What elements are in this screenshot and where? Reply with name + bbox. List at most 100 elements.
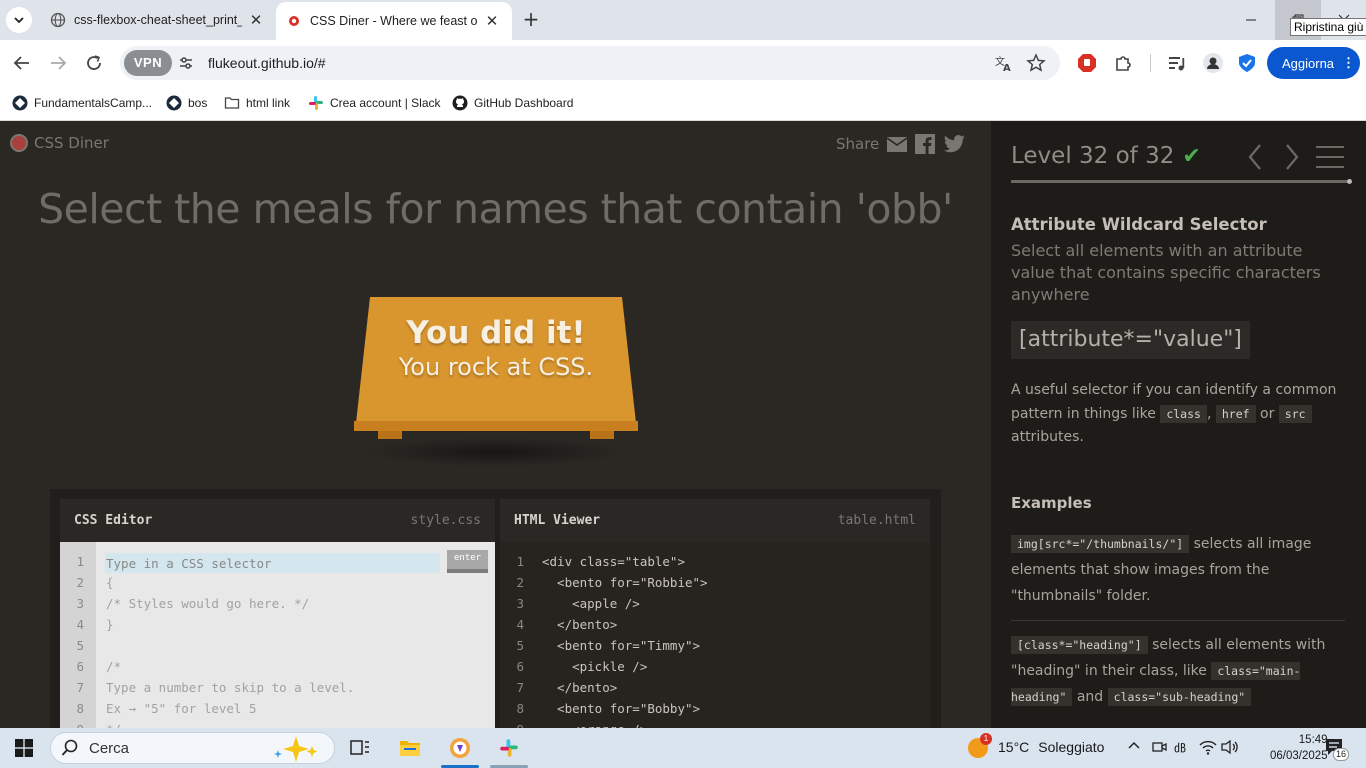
- email-icon[interactable]: [887, 136, 908, 152]
- selector-description: Select all elements with an attribute va…: [1011, 241, 1321, 304]
- tab-search-button[interactable]: [6, 7, 32, 33]
- taskbar-search[interactable]: Cerca: [50, 732, 335, 764]
- arrow-left-icon: [13, 56, 29, 70]
- share-links: Share: [836, 134, 966, 154]
- example-1: img[src*="/thumbnails/"] selects all ima…: [1011, 531, 1345, 609]
- media-control-icon[interactable]: [1166, 52, 1188, 74]
- extensions-puzzle-icon[interactable]: [1112, 52, 1134, 74]
- file-explorer-button[interactable]: [390, 728, 430, 768]
- markup-line[interactable]: <div class="table">: [542, 551, 708, 572]
- globe-icon: [50, 12, 66, 28]
- chevron-up-icon[interactable]: [1127, 739, 1141, 753]
- css-code: { /* Styles would go here. */ } /* Type …: [106, 551, 354, 728]
- selector-hint: A useful selector if you can identify a …: [1011, 379, 1341, 450]
- back-button[interactable]: [10, 51, 34, 75]
- forward-button[interactable]: [46, 51, 70, 75]
- markup-line[interactable]: <bento for="Robbie">: [542, 572, 708, 593]
- next-level-icon[interactable]: [1284, 143, 1300, 171]
- update-button-label: Aggiorna: [1282, 55, 1335, 71]
- twitter-icon[interactable]: [943, 135, 966, 153]
- examples-divider: [1011, 620, 1345, 621]
- code-line: {: [106, 575, 114, 590]
- tab-title: css-flexbox-cheat-sheet_print_b: [74, 13, 242, 27]
- css-editor-title: CSS Editor: [74, 513, 153, 528]
- tab-css-diner[interactable]: CSS Diner - Where we feast on ✕: [276, 2, 512, 40]
- vpn-button[interactable]: VPN: [124, 50, 172, 76]
- security-shield-icon[interactable]: [1236, 52, 1258, 74]
- arrow-right-icon: [51, 56, 67, 70]
- markup-line[interactable]: <apple />: [542, 593, 708, 614]
- bookmark-star-icon[interactable]: [1026, 53, 1046, 73]
- bookmark-label: Crea account | Slack: [330, 96, 441, 110]
- browser-taskbar-button[interactable]: [438, 728, 482, 768]
- new-tab-button[interactable]: +: [520, 8, 542, 30]
- weather-badge: 1: [980, 733, 992, 745]
- weather-widget[interactable]: 1 15°C Soleggiato: [968, 733, 1104, 758]
- plate-logo-icon: [10, 134, 28, 152]
- facebook-icon[interactable]: [915, 134, 936, 154]
- start-button[interactable]: [0, 728, 48, 768]
- minimize-button[interactable]: [1228, 0, 1274, 40]
- notification-count: 16: [1333, 748, 1349, 761]
- line-number: 3: [516, 596, 524, 611]
- hamburger-menu-icon[interactable]: [1316, 145, 1344, 169]
- close-icon[interactable]: ✕: [248, 11, 264, 29]
- bookmark-bos[interactable]: bos: [166, 92, 207, 114]
- bookmark-label: FundamentalsCamp...: [34, 96, 153, 110]
- slack-icon: [500, 739, 518, 757]
- meet-now-icon[interactable]: [1151, 739, 1167, 755]
- adblock-extension-icon[interactable]: [1076, 52, 1098, 74]
- line-number: 5: [516, 638, 524, 653]
- translate-icon[interactable]: 文A: [994, 53, 1014, 73]
- markup-line[interactable]: <bento for="Bobby">: [542, 698, 708, 719]
- task-view-button[interactable]: [343, 728, 377, 768]
- site-info-icon[interactable]: [178, 55, 194, 71]
- close-icon[interactable]: ✕: [484, 12, 500, 30]
- volume-icon[interactable]: [1221, 739, 1239, 755]
- bookmark-html-link[interactable]: html link: [224, 92, 290, 114]
- html-viewer-header: HTML Viewer table.html: [500, 499, 930, 542]
- folder-icon: [400, 741, 420, 756]
- css-editor-header: CSS Editor style.css: [60, 499, 495, 542]
- level-header: Level 32 of 32 ✔: [1011, 143, 1201, 169]
- markup-line[interactable]: <bento for="Timmy">: [542, 635, 708, 656]
- profile-avatar-icon[interactable]: [1202, 52, 1224, 74]
- bookmark-slack[interactable]: Crea account | Slack: [308, 92, 441, 114]
- html-file-name: table.html: [837, 513, 916, 528]
- previous-level-icon[interactable]: [1247, 143, 1263, 171]
- address-bar[interactable]: VPN flukeout.github.io/# 文A: [120, 46, 1060, 80]
- site-logo[interactable]: CSS Diner: [10, 134, 109, 152]
- markup-line[interactable]: <pickle />: [542, 656, 708, 677]
- markup-line[interactable]: <orange />: [542, 719, 708, 728]
- slack-taskbar-button[interactable]: [488, 728, 530, 768]
- wifi-icon[interactable]: [1199, 739, 1217, 755]
- bookmarks-bar: FundamentalsCamp... bos html link Crea a…: [0, 86, 1366, 121]
- markup-line[interactable]: </bento>: [542, 614, 708, 635]
- system-clock[interactable]: 15:49 06/03/2025: [1270, 732, 1328, 764]
- svg-text:㏈: ㏈: [1174, 741, 1186, 755]
- reload-button[interactable]: [82, 51, 106, 75]
- tab-flexbox-cheatsheet[interactable]: css-flexbox-cheat-sheet_print_b ✕: [40, 0, 272, 40]
- code-chip-class: class: [1160, 404, 1207, 423]
- enter-button[interactable]: enter: [447, 550, 488, 573]
- windows-logo-icon: [15, 739, 33, 757]
- code-line: */: [106, 719, 354, 728]
- copilot-sparkle-icon: [274, 736, 318, 762]
- notification-center-button[interactable]: 16: [1324, 737, 1349, 761]
- markup-line[interactable]: </bento>: [542, 677, 708, 698]
- input-method-icon[interactable]: ㏈: [1174, 739, 1190, 755]
- browser-toolbar: VPN flukeout.github.io/# 文A Aggiorna ⋮: [0, 40, 1366, 86]
- hint-separator: ,: [1206, 405, 1212, 422]
- update-button[interactable]: Aggiorna ⋮: [1267, 47, 1360, 79]
- line-number: 6: [516, 659, 524, 674]
- css-diner-favicon-icon: [289, 16, 299, 26]
- bookmark-fundamentals[interactable]: FundamentalsCamp...: [12, 92, 152, 114]
- bookmark-label: GitHub Dashboard: [474, 96, 574, 110]
- css-diner-page: CSS Diner Share Select the meals for nam…: [0, 121, 1366, 728]
- css-selector-input[interactable]: [105, 553, 440, 574]
- line-number: 3: [76, 596, 84, 611]
- bookmark-github[interactable]: GitHub Dashboard: [452, 92, 573, 114]
- search-icon: [61, 739, 78, 756]
- url-text[interactable]: flukeout.github.io/#: [208, 55, 326, 71]
